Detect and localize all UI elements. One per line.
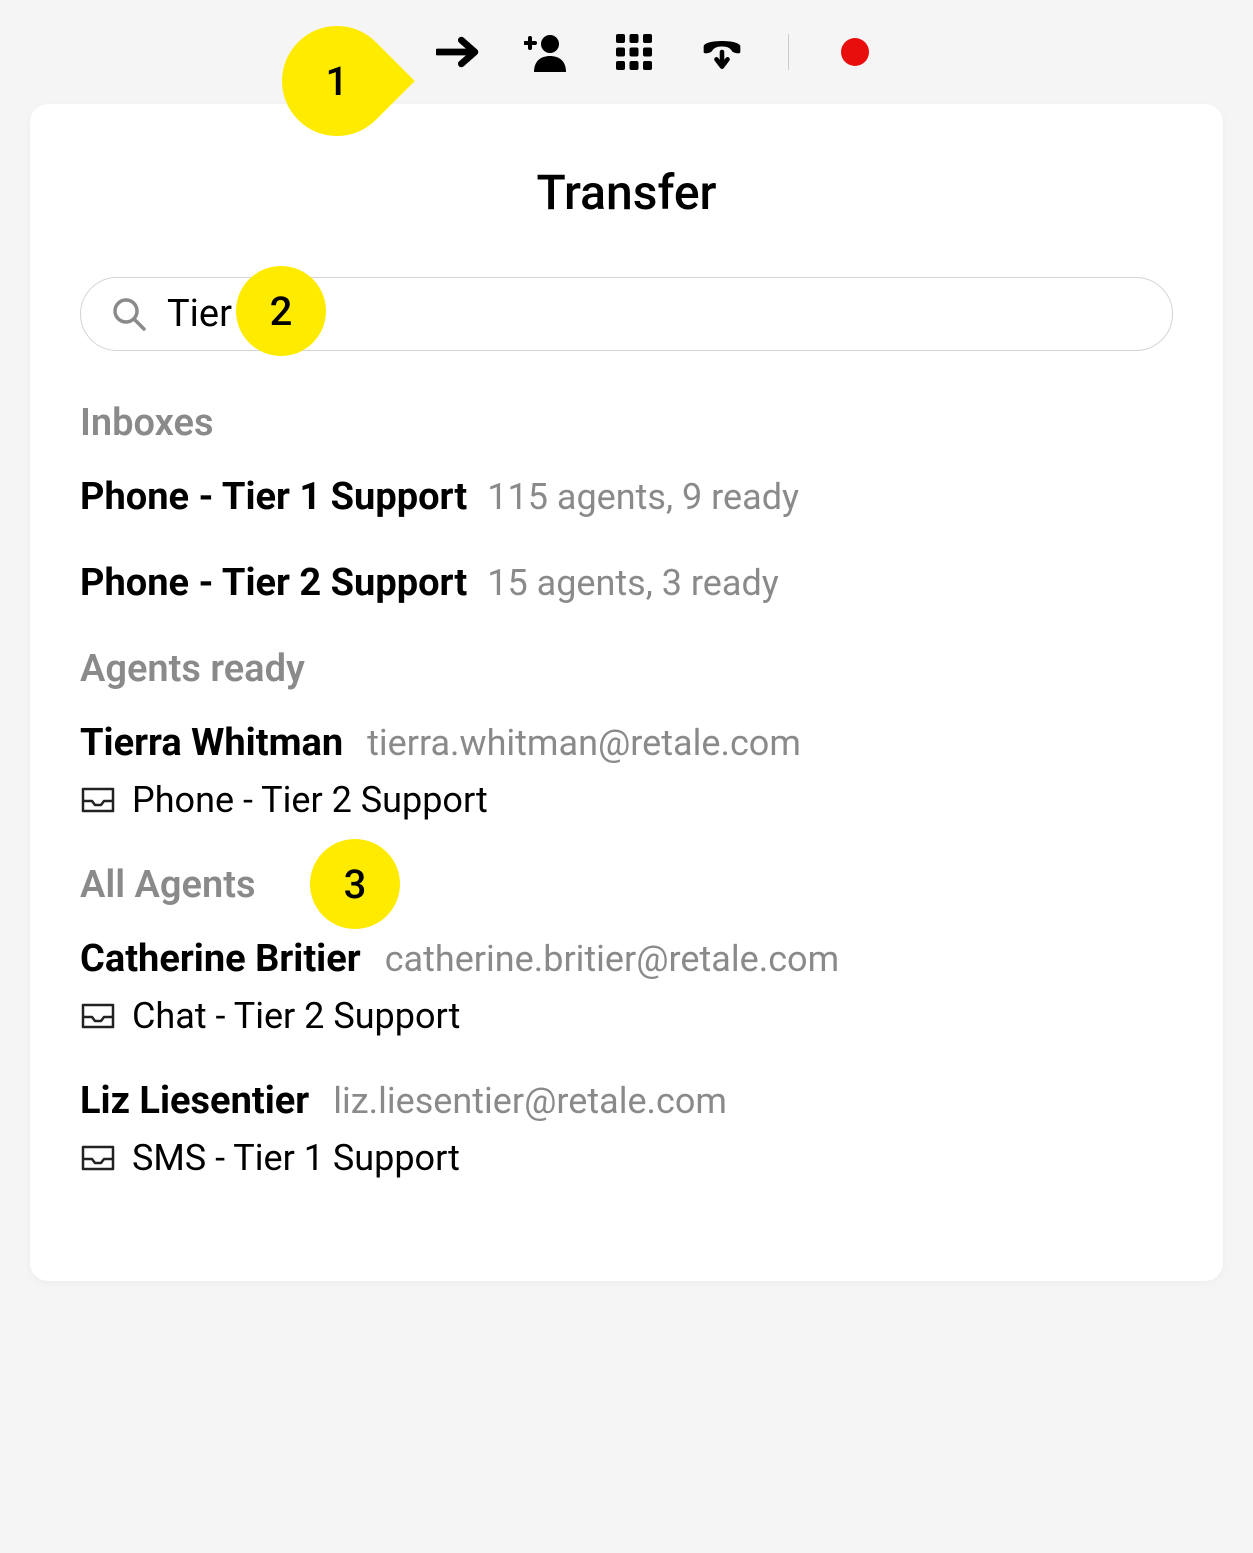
inbox-icon — [80, 1001, 116, 1031]
dialpad-icon[interactable] — [612, 30, 656, 74]
record-icon[interactable] — [833, 30, 877, 74]
agent-row[interactable]: Tierra Whitman tierra.whitman@retale.com… — [80, 721, 1173, 821]
callout-3: 3 — [310, 839, 400, 929]
section-all-agents: All Agents — [80, 863, 256, 907]
transfer-panel: Transfer 2 Inboxes Phone - Tier 1 Suppor… — [30, 104, 1223, 1281]
inbox-icon — [80, 1143, 116, 1173]
callout-2: 2 — [236, 266, 326, 356]
agent-queue: SMS - Tier 1 Support — [80, 1137, 1173, 1179]
panel-title: Transfer — [80, 164, 1173, 221]
inbox-name: Phone - Tier 1 Support — [80, 475, 467, 519]
agent-name: Liz Liesentier — [80, 1079, 309, 1123]
agent-queue: Phone - Tier 2 Support — [80, 779, 1173, 821]
inbox-status: 15 agents, 3 ready — [487, 562, 779, 604]
agent-email: tierra.whitman@retale.com — [367, 722, 801, 764]
inbox-row[interactable]: Phone - Tier 2 Support 15 agents, 3 read… — [80, 561, 1173, 605]
call-toolbar — [0, 0, 1253, 94]
agent-row[interactable]: Liz Liesentier liz.liesentier@retale.com… — [80, 1079, 1173, 1179]
inbox-row[interactable]: Phone - Tier 1 Support 115 agents, 9 rea… — [80, 475, 1173, 519]
search-icon — [111, 296, 147, 332]
agent-email: liz.liesentier@retale.com — [333, 1080, 727, 1122]
add-person-icon[interactable] — [524, 30, 568, 74]
section-agents-ready: Agents ready — [80, 647, 1173, 691]
section-inboxes: Inboxes — [80, 401, 1173, 445]
agent-queue: Chat - Tier 2 Support — [80, 995, 1173, 1037]
agent-name: Catherine Britier — [80, 937, 361, 981]
agent-name: Tierra Whitman — [80, 721, 343, 765]
agent-row[interactable]: Catherine Britier catherine.britier@reta… — [80, 937, 1173, 1037]
inbox-name: Phone - Tier 2 Support — [80, 561, 467, 605]
toolbar-divider — [788, 34, 789, 70]
transfer-icon[interactable] — [436, 30, 480, 74]
hangup-icon[interactable] — [700, 30, 744, 74]
inbox-status: 115 agents, 9 ready — [487, 476, 799, 518]
search-field-wrap[interactable]: 2 — [80, 277, 1173, 351]
agent-email: catherine.britier@retale.com — [385, 938, 839, 980]
inbox-icon — [80, 785, 116, 815]
